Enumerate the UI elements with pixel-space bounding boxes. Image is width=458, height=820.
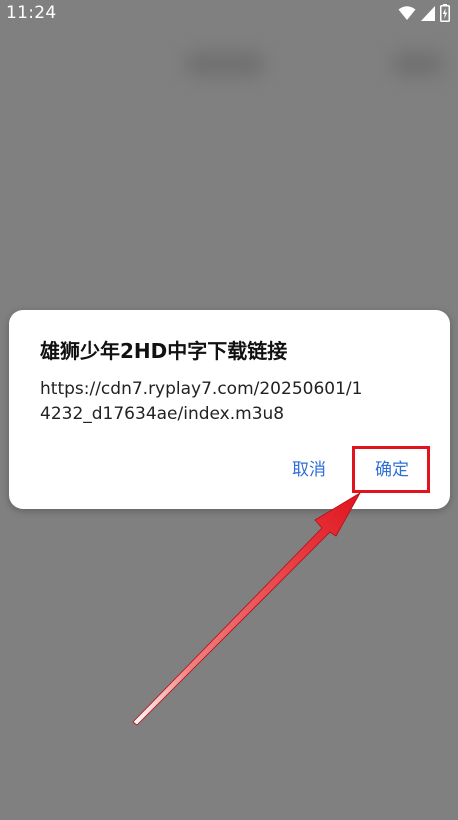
annotation-arrow-icon — [132, 491, 362, 726]
